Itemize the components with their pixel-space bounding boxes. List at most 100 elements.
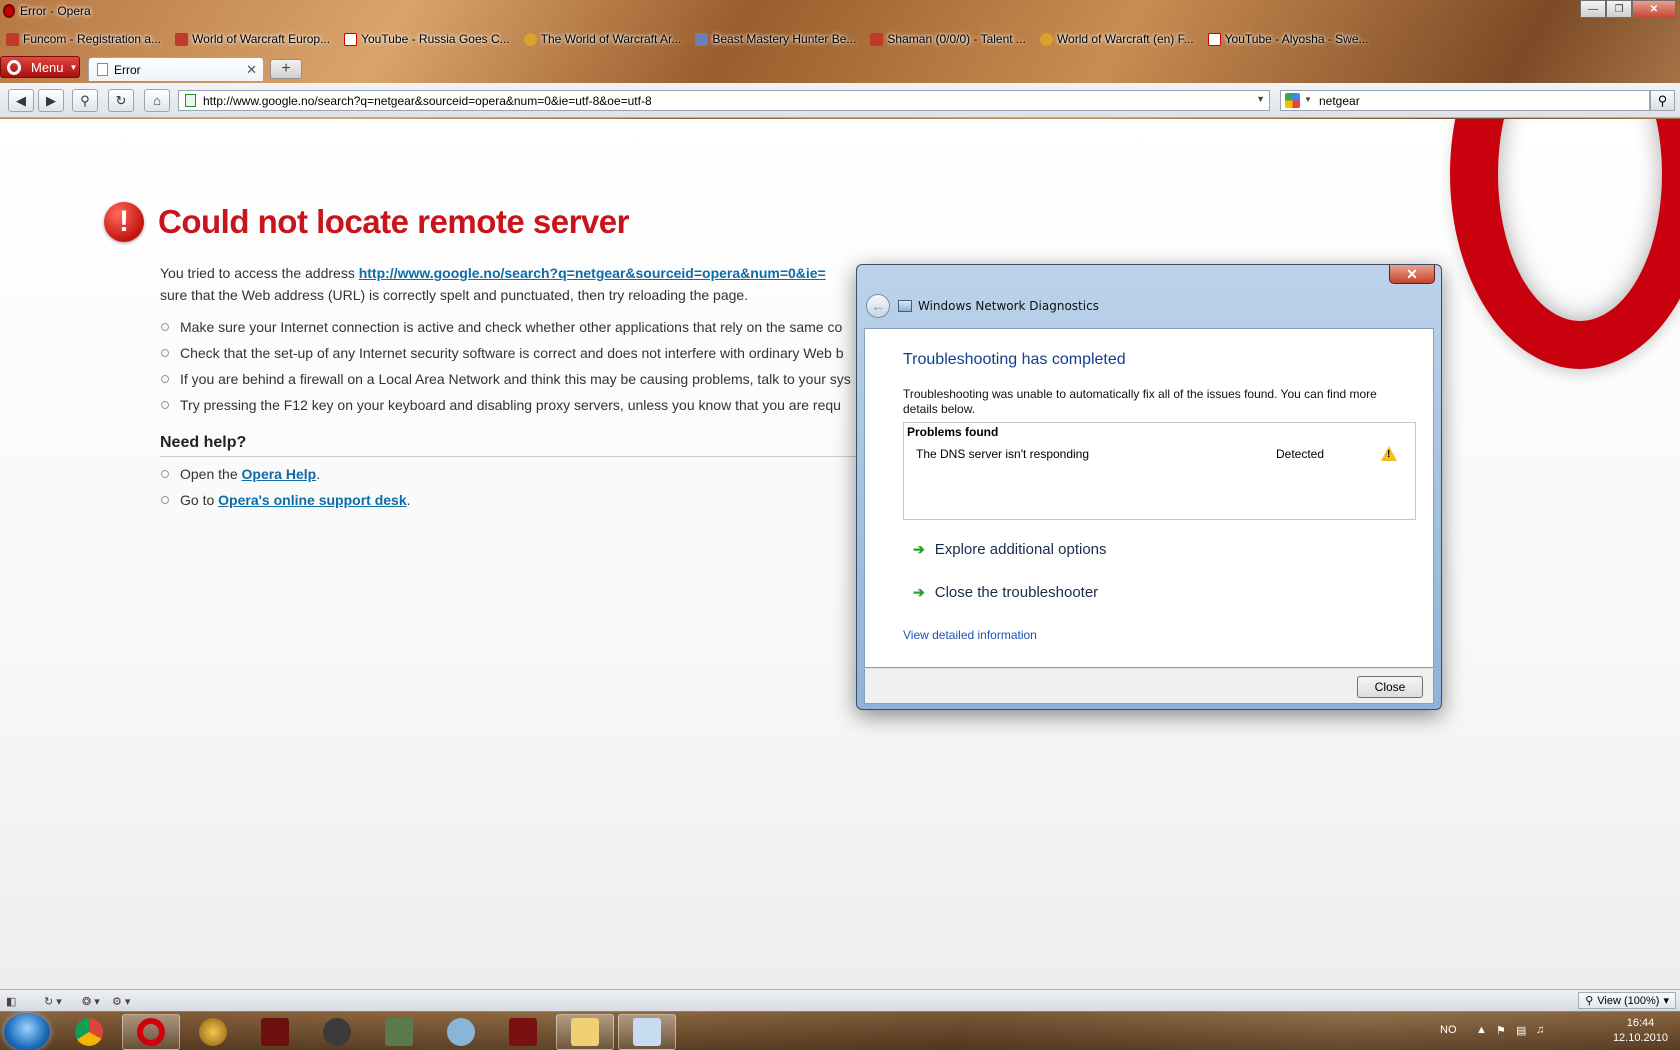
opera-menu-button[interactable]: Menu ▼ <box>0 56 80 78</box>
search-input[interactable]: ▼ netgear <box>1280 90 1650 111</box>
explorer-icon[interactable] <box>556 1014 614 1050</box>
troubleshooting-tips: Make sure your Internet connection is ac… <box>160 319 860 423</box>
new-tab-button[interactable]: + <box>270 59 302 79</box>
search-value: netgear <box>1319 93 1360 108</box>
bookmarks-bar: Funcom - Registration a... World of Warc… <box>0 28 1680 50</box>
language-indicator[interactable]: NO <box>1440 1024 1457 1036</box>
bookmark-item[interactable]: World of Warcraft (en) F... <box>1039 32 1194 46</box>
clock[interactable]: 16:44 12.10.2010 <box>1613 1016 1668 1046</box>
game-icon[interactable] <box>246 1014 304 1050</box>
maximize-button[interactable]: ❐ <box>1606 0 1632 18</box>
back-arrow-icon[interactable]: ← <box>866 294 890 318</box>
minimize-button[interactable]: — <box>1580 0 1606 18</box>
list-item: Go to Opera's online support desk. <box>160 492 411 518</box>
reload-button[interactable]: ↻ <box>108 89 134 112</box>
back-button[interactable]: ◀ <box>8 89 34 112</box>
bookmark-item[interactable]: Funcom - Registration a... <box>6 32 161 46</box>
green-arrow-icon: ➔ <box>913 541 925 557</box>
view-detailed-information-link[interactable]: View detailed information <box>903 628 1037 642</box>
arrow-right-icon: ▶ <box>46 92 56 108</box>
shaman-icon <box>870 32 884 46</box>
wand-button[interactable]: ⚲ <box>72 89 98 112</box>
address-toolbar: ◀ ▶ ⚲ ↻ ⌂ http://www.google.no/search?q=… <box>0 83 1680 118</box>
network-diagnostics-dialog: ✕ ← Windows Network Diagnostics Troubles… <box>856 264 1442 710</box>
tab-close-icon[interactable]: ✕ <box>246 62 257 78</box>
chrome-icon[interactable] <box>60 1014 118 1050</box>
list-item: If you are behind a firewall on a Local … <box>160 371 860 397</box>
arrow-left-icon: ◀ <box>16 92 26 108</box>
page-icon <box>97 63 108 76</box>
list-item: Open the Opera Help. <box>160 466 411 492</box>
error-intro: You tried to access the address http://w… <box>160 265 826 303</box>
zoom-level: View (100%) <box>1597 994 1660 1007</box>
problem-row[interactable]: The DNS server isn't responding Detected <box>916 447 1406 461</box>
turbo-icon[interactable]: ⚙ ▾ <box>112 993 130 1009</box>
close-button[interactable]: Close <box>1357 676 1423 698</box>
chevron-down-icon[interactable]: ▼ <box>1304 95 1312 104</box>
help-heading: Need help? <box>160 434 247 451</box>
green-arrow-icon: ➔ <box>913 584 925 600</box>
window-close-button[interactable]: ✕ <box>1632 0 1676 18</box>
show-hidden-icons-icon[interactable]: ▲ <box>1476 1024 1490 1037</box>
chevron-down-icon[interactable]: ▼ <box>1256 94 1265 104</box>
forward-button[interactable]: ▶ <box>38 89 64 112</box>
bookmark-item[interactable]: World of Warcraft Europ... <box>175 32 330 46</box>
divider <box>160 456 860 457</box>
chevron-down-icon: ▾ <box>1663 995 1669 1007</box>
dialog-body: Troubleshooting has completed Troublesho… <box>864 328 1434 668</box>
zoom-icon: ⚲ <box>1585 995 1594 1007</box>
status-bar: ◧ ↻ ▾ ❂ ▾ ⚙ ▾ ⚲ View (100%) ▾ <box>0 989 1680 1011</box>
warning-icon: ! <box>1381 446 1397 461</box>
list-item: Check that the set-up of any Internet se… <box>160 345 860 371</box>
zoom-control[interactable]: ⚲ View (100%) ▾ <box>1578 992 1676 1009</box>
network-icon[interactable] <box>370 1014 428 1050</box>
funcom-icon <box>6 32 19 46</box>
bookmark-item[interactable]: The World of Warcraft Ar... <box>523 32 681 46</box>
sync-icon[interactable]: ↻ ▾ <box>44 993 62 1009</box>
opera-icon[interactable] <box>122 1014 180 1050</box>
tab-label: Error <box>114 62 141 77</box>
steam-icon[interactable] <box>308 1014 366 1050</box>
search-button[interactable]: ⚲ <box>1650 90 1675 111</box>
tab-error[interactable]: Error ✕ <box>88 57 264 81</box>
wow-icon <box>175 32 189 46</box>
opera-o-icon <box>7 60 21 75</box>
bookmark-item[interactable]: YouTube - Russia Goes C... <box>344 32 510 46</box>
flag-icon[interactable]: ⚑ <box>1496 1024 1510 1037</box>
reload-icon: ↻ <box>115 92 127 108</box>
network-diagnostics-icon <box>898 300 912 312</box>
youtube-icon <box>344 32 358 46</box>
explore-options-link[interactable]: ➔ Explore additional options <box>913 541 1107 558</box>
dialog-close-x-button[interactable]: ✕ <box>1389 265 1435 284</box>
game2-icon[interactable] <box>494 1014 552 1050</box>
problems-found-list: Problems found The DNS server isn't resp… <box>903 422 1416 520</box>
bookmark-item[interactable]: Shaman (0/0/0) - Talent ... <box>870 32 1026 46</box>
start-button[interactable] <box>4 1013 50 1050</box>
problems-header: Problems found <box>907 425 999 439</box>
url-field[interactable]: http://www.google.no/search?q=netgear&so… <box>178 90 1270 111</box>
network-tray-icon[interactable]: ▤ <box>1516 1024 1530 1037</box>
youtube-icon <box>1207 32 1221 46</box>
google-icon[interactable] <box>1285 93 1300 108</box>
bookmark-item[interactable]: YouTube - Alyosha - Swe... <box>1207 32 1369 46</box>
home-button[interactable]: ⌂ <box>144 89 170 112</box>
support-desk-link[interactable]: Opera's online support desk <box>218 492 406 508</box>
dialog-app-title: Windows Network Diagnostics <box>918 299 1099 313</box>
panel-toggle-icon[interactable]: ◧ <box>6 993 16 1009</box>
chevron-down-icon: ▼ <box>69 62 78 72</box>
users-icon[interactable] <box>432 1014 490 1050</box>
requested-url-link[interactable]: http://www.google.no/search?q=netgear&so… <box>359 265 826 281</box>
network-diagnostics-icon[interactable] <box>618 1014 676 1050</box>
url-text: http://www.google.no/search?q=netgear&so… <box>203 93 652 108</box>
wow-icon[interactable] <box>184 1014 242 1050</box>
share-icon[interactable]: ❂ ▾ <box>82 993 100 1009</box>
volume-icon[interactable]: ♫ <box>1536 1024 1550 1037</box>
close-troubleshooter-link[interactable]: ➔ Close the troubleshooter <box>913 584 1098 601</box>
opera-help-link[interactable]: Opera Help <box>242 466 317 482</box>
window-titlebar: Error - Opera — ❐ ✕ <box>0 0 1680 24</box>
search-icon: ⚲ <box>1657 92 1668 108</box>
bookmark-item[interactable]: Beast Mastery Hunter Be... <box>695 32 856 46</box>
windows-taskbar: NO ▲ ⚑ ▤ ♫ 16:44 12.10.2010 <box>0 1011 1680 1050</box>
forum-icon <box>1039 32 1053 46</box>
dialog-heading: Troubleshooting has completed <box>903 351 1126 368</box>
